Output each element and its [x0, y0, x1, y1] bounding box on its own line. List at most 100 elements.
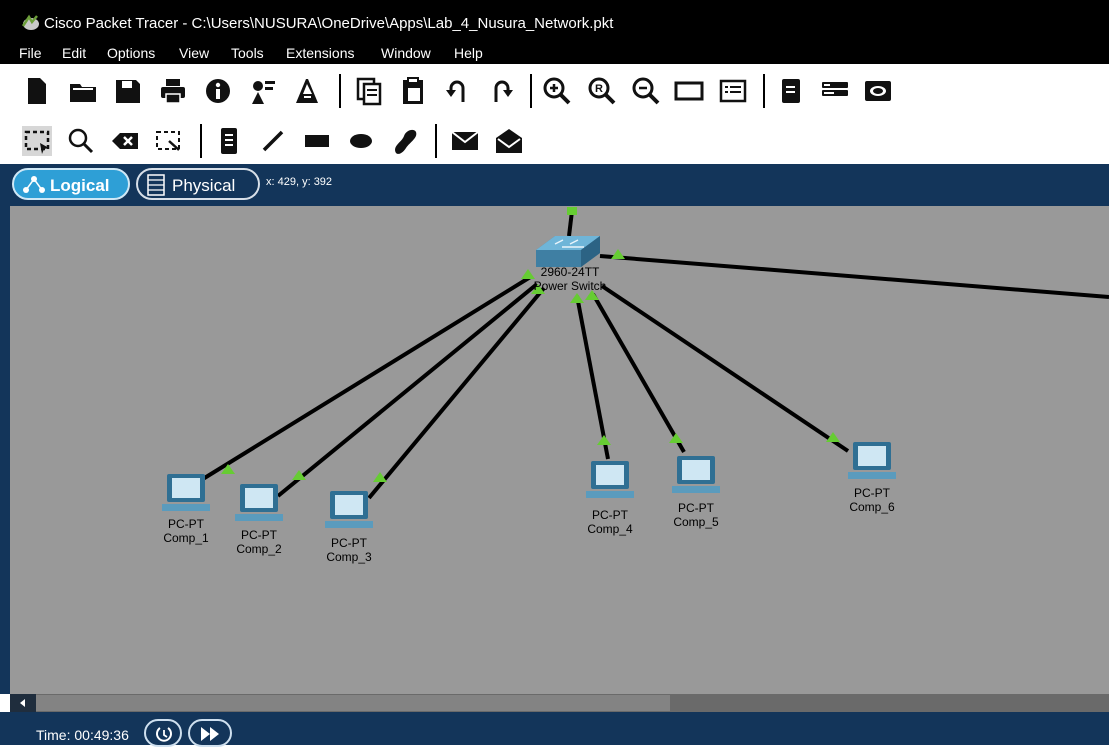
arrow-left-icon	[20, 699, 25, 707]
pc-model-label: PC-PT	[167, 517, 204, 531]
draw-rectangle-icon[interactable]	[302, 126, 332, 156]
tools-toolbar	[10, 118, 1109, 164]
window-title: Cisco Packet Tracer - C:\Users\NUSURA\On…	[44, 15, 614, 32]
pc-icon[interactable]	[235, 484, 283, 521]
tab-physical[interactable]: Physical	[136, 168, 260, 200]
redo-icon[interactable]	[486, 76, 516, 106]
pc-model-label: PC-PT	[591, 508, 628, 522]
switch-icon[interactable]	[536, 236, 600, 267]
pc-icon[interactable]	[325, 491, 373, 528]
menu-file[interactable]: File	[19, 45, 42, 61]
tab-physical-label: Physical	[172, 176, 236, 195]
fast-forward-icon	[201, 727, 219, 741]
add-simple-pdu-icon[interactable]	[450, 126, 480, 156]
link-right[interactable]	[599, 254, 1109, 299]
pc-name-label: Comp_5	[673, 515, 719, 529]
pc-label: PC-PT Comp_6	[849, 486, 894, 514]
custom-devices-icon[interactable]	[718, 76, 748, 106]
paste-icon[interactable]	[398, 76, 428, 106]
menu-options[interactable]: Options	[107, 45, 155, 61]
delete-icon[interactable]	[110, 126, 140, 156]
cluster-icon[interactable]	[863, 76, 893, 106]
inspect-icon[interactable]	[66, 126, 96, 156]
link-comp-5[interactable]	[591, 293, 686, 453]
logical-topology-icon	[23, 176, 45, 193]
copy-icon[interactable]	[354, 76, 384, 106]
power-cycle-button[interactable]	[144, 719, 182, 747]
pc-model-label: PC-PT	[677, 501, 714, 515]
pc-icon[interactable]	[586, 461, 634, 498]
save-icon[interactable]	[113, 76, 143, 106]
document-icon[interactable]	[776, 76, 806, 106]
pc-label: PC-PT Comp_1	[163, 517, 208, 545]
tab-logical[interactable]: Logical	[12, 168, 130, 200]
open-folder-icon[interactable]	[68, 76, 98, 106]
pc-name-label: Comp_6	[849, 500, 895, 514]
pdu-icon[interactable]	[292, 76, 322, 106]
toolbar-separator	[200, 124, 202, 158]
new-file-icon[interactable]	[22, 76, 52, 106]
link-status-indicator	[597, 435, 611, 445]
draw-line-icon[interactable]	[258, 126, 288, 156]
simulation-time: Time: 00:49:36	[36, 727, 129, 743]
freeform-icon[interactable]	[390, 126, 420, 156]
pc-name-label: Comp_2	[236, 542, 282, 556]
link-comp-3[interactable]	[367, 286, 546, 500]
pc-model-label: PC-PT	[240, 528, 277, 542]
menu-extensions[interactable]: Extensions	[286, 45, 354, 61]
pc-icon[interactable]	[848, 442, 896, 479]
cursor-coordinates: x: 429, y: 392	[266, 176, 333, 188]
pc-name-label: Comp_1	[163, 531, 209, 545]
main-toolbar: R	[10, 66, 1109, 116]
place-note-icon[interactable]	[214, 126, 244, 156]
zoom-in-icon[interactable]	[542, 76, 572, 106]
menu-help[interactable]: Help	[454, 45, 483, 61]
scrollbar-thumb[interactable]	[36, 695, 670, 711]
packet-tracer-app-icon	[21, 14, 39, 30]
power-cycle-icon	[156, 727, 172, 742]
scroll-left-button[interactable]	[10, 694, 36, 712]
activity-wizard-icon[interactable]	[248, 76, 278, 106]
info-icon[interactable]	[203, 76, 233, 106]
menu-view[interactable]: View	[179, 45, 209, 61]
toolbar-separator	[339, 74, 341, 108]
pc-icon[interactable]	[162, 474, 210, 511]
pc-model-label: PC-PT	[853, 486, 890, 500]
toolbar-separator	[530, 74, 532, 108]
drawing-palette-icon[interactable]	[674, 76, 704, 106]
logical-workspace[interactable]: 2960-24TT Power Switch PC-PT Comp_1 PC-P…	[10, 206, 1109, 694]
svg-text:R: R	[595, 83, 603, 95]
switch-name-label: Power Switch	[533, 279, 607, 293]
pc-icon[interactable]	[672, 456, 720, 493]
zoom-reset-icon[interactable]: R	[587, 76, 617, 106]
menu-tools[interactable]: Tools	[231, 45, 264, 61]
draw-ellipse-icon[interactable]	[346, 126, 376, 156]
pc-name-label: Comp_3	[326, 550, 372, 564]
switch-model-label: 2960-24TT	[540, 265, 600, 279]
pc-label: PC-PT Comp_3	[326, 536, 371, 564]
link-comp-6[interactable]	[600, 284, 850, 453]
zoom-out-icon[interactable]	[631, 76, 661, 106]
switch-label: 2960-24TT Power Switch	[534, 265, 607, 293]
link-comp-4[interactable]	[575, 295, 610, 460]
link-comp-1[interactable]	[196, 274, 534, 484]
link-status-indicator	[611, 249, 625, 259]
resize-shape-icon[interactable]	[153, 126, 183, 156]
toolbar-separator	[763, 74, 765, 108]
undo-icon[interactable]	[443, 76, 473, 106]
pc-model-label: PC-PT	[330, 536, 367, 550]
print-icon[interactable]	[158, 76, 188, 106]
tab-logical-label: Logical	[50, 176, 110, 195]
menu-bar: File Edit Options View Tools Extensions …	[0, 42, 1109, 64]
add-complex-pdu-icon[interactable]	[494, 126, 524, 156]
select-icon[interactable]	[22, 126, 52, 156]
link-status-indicator	[570, 293, 584, 303]
menu-window[interactable]: Window	[381, 45, 431, 61]
link-comp-2[interactable]	[276, 282, 539, 498]
menu-edit[interactable]: Edit	[62, 45, 86, 61]
network-device-icon[interactable]	[820, 76, 850, 106]
pc-label: PC-PT Comp_4	[587, 508, 632, 536]
physical-rack-icon	[147, 174, 165, 196]
toolbar-separator	[435, 124, 437, 158]
fast-forward-button[interactable]	[188, 719, 232, 747]
